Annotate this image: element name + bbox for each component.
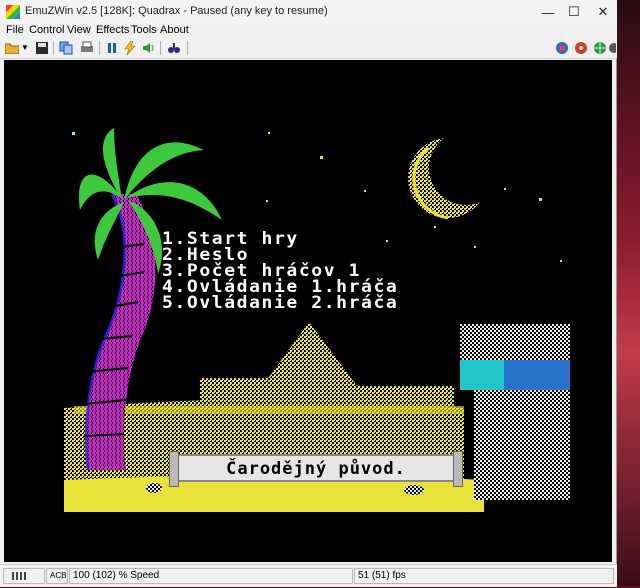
toolbar-separator [99,41,100,55]
menu-control[interactable]: Control [29,24,64,36]
sound-icon[interactable] [140,40,156,56]
moon [408,131,503,220]
waterfall-rock [460,324,570,500]
window-title: EmuZWin v2.5 [128K]: Quadrax - Paused (a… [25,5,328,17]
scroll-banner: Čarodějný původ. [169,451,463,487]
toolbar-separator [160,41,161,55]
channel-indicator: ACB [46,568,68,584]
tape-indicator [3,568,45,584]
scroll-banner-text: Čarodějný původ. [226,459,406,479]
print-icon[interactable] [79,40,95,56]
joystick-icon[interactable] [166,40,182,56]
pause-icon[interactable] [104,40,120,56]
desktop-background [616,0,640,586]
globe-icon[interactable] [592,40,608,56]
toolbar: ▼ [0,38,617,59]
dropdown-arrow-icon[interactable]: ▼ [20,40,30,56]
status-bar: ACB 100 (102) % Speed 51 (51) fps [0,564,617,587]
copy-icon[interactable] [58,40,74,56]
record-icon[interactable] [554,40,570,56]
menu-option-controls-p2[interactable]: 5.Ovládanie 2.hráča [162,295,398,312]
close-button[interactable]: ✕ [589,0,617,24]
menu-about[interactable]: About [160,24,189,36]
save-icon[interactable] [34,40,50,56]
title-bar[interactable]: EmuZWin v2.5 [128K]: Quadrax - Paused (a… [0,0,617,24]
menu-effects[interactable]: Effects [96,24,129,36]
debugger-icon[interactable] [573,40,589,56]
speed-status: 100 (102) % Speed [69,568,353,584]
toolbar-separator [187,41,188,55]
fps-status: 51 (51) fps [354,568,614,584]
temple [200,322,454,406]
menu-view[interactable]: View [67,24,91,36]
menu-tools[interactable]: Tools [131,24,157,36]
app-icon [6,5,20,19]
emulator-window: EmuZWin v2.5 [128K]: Quadrax - Paused (a… [0,0,617,587]
spectrum-screen[interactable]: 1.Start hry 2.Heslo 3.Počet hráčov 1 4.O… [4,60,612,562]
turbo-lightning-icon[interactable] [122,40,138,56]
toolbar-separator [53,41,54,55]
menu-bar: File Control View Effects Tools About [0,24,617,38]
menu-file[interactable]: File [6,24,24,36]
game-main-menu: 1.Start hry 2.Heslo 3.Počet hráčov 1 4.O… [162,231,398,312]
maximize-button[interactable]: ☐ [559,0,589,24]
settings-icon[interactable] [608,40,616,56]
open-folder-icon[interactable] [4,40,20,56]
